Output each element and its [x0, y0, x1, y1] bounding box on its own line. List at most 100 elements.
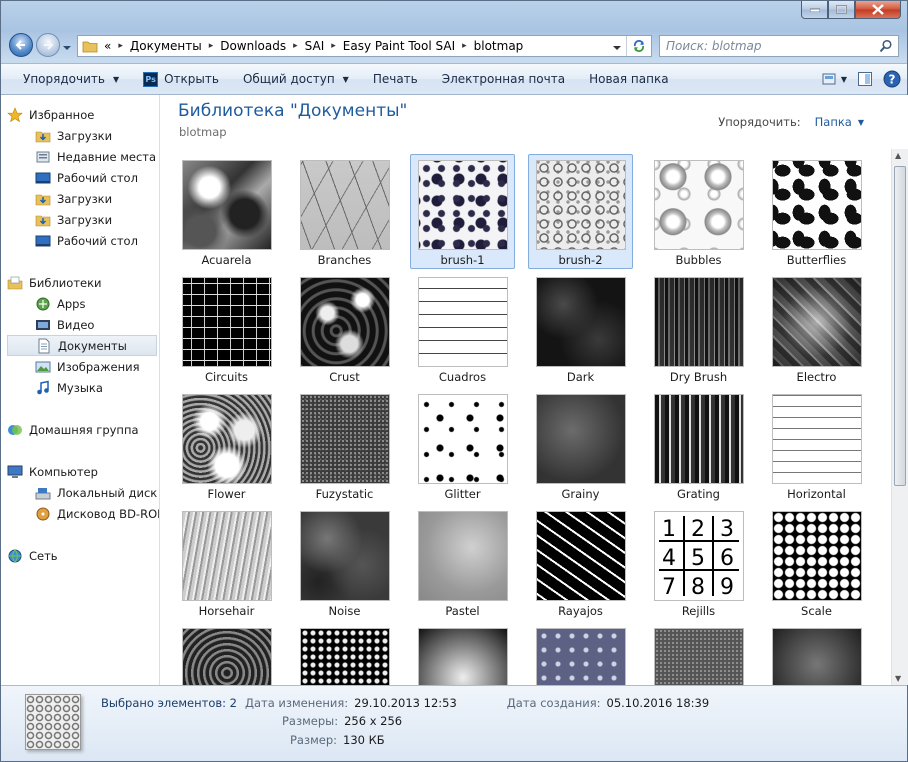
file-name: Rayajos — [558, 604, 603, 618]
nav-favorites[interactable]: Избранное — [7, 104, 157, 125]
file-tile[interactable] — [528, 622, 633, 685]
file-tile[interactable] — [410, 622, 515, 685]
file-tile[interactable]: Flower — [174, 388, 279, 503]
file-tile[interactable]: Pastel — [410, 505, 515, 620]
file-tile[interactable]: Fuzystatic — [292, 388, 397, 503]
breadcrumb-separator[interactable]: ▸ — [293, 41, 298, 51]
file-tile[interactable]: Glitter — [410, 388, 515, 503]
file-tile[interactable]: Horizontal — [764, 388, 869, 503]
arrange-dropdown[interactable]: Папка — [815, 115, 852, 129]
file-tile[interactable]: Electro — [764, 271, 869, 386]
breadcrumb-overflow[interactable]: « — [104, 39, 111, 53]
nav-item-local-disk[interactable]: Локальный диск (C — [35, 482, 159, 503]
file-tile[interactable]: brush-1 — [410, 154, 515, 269]
nav-item-apps[interactable]: Apps — [35, 293, 159, 314]
breadcrumb-item[interactable]: Easy Paint Tool SAI — [343, 39, 455, 53]
breadcrumb-separator[interactable]: ▸ — [462, 41, 467, 51]
file-tile[interactable]: Bubbles — [646, 154, 751, 269]
nav-homegroup[interactable]: Домашняя группа — [7, 419, 157, 440]
selection-count-row: Выбрано элементов: 2 Дата изменения: 29.… — [101, 696, 709, 710]
nav-computer[interactable]: Компьютер — [7, 461, 157, 482]
nav-item-documents[interactable]: Документы — [7, 335, 157, 356]
address-history-dropdown[interactable] — [613, 41, 621, 54]
file-tile[interactable]: Circuits — [174, 271, 279, 386]
change-view-button[interactable]: ▼ — [822, 72, 847, 86]
file-thumbnail — [418, 277, 508, 367]
help-icon: ? — [883, 70, 901, 88]
file-tile[interactable]: Grating — [646, 388, 751, 503]
file-tile[interactable]: Crust — [292, 271, 397, 386]
rejills-digit: 6 — [720, 546, 734, 571]
breadcrumb-item[interactable]: Документы — [130, 39, 202, 53]
recent-pages-dropdown[interactable] — [63, 41, 71, 54]
refresh-button[interactable] — [626, 36, 651, 56]
file-tile[interactable]: Grainy — [528, 388, 633, 503]
help-button[interactable]: ? — [883, 70, 901, 88]
print-button[interactable]: Печать — [361, 64, 430, 94]
nav-item-recent-places[interactable]: Недавние места — [35, 146, 159, 167]
file-tile[interactable]: Acuarela — [174, 154, 279, 269]
nav-item-video[interactable]: Видео — [35, 314, 159, 335]
preview-pane-button[interactable] — [857, 71, 873, 87]
file-tile[interactable]: Horsehair — [174, 505, 279, 620]
breadcrumb-separator[interactable]: ▸ — [118, 41, 123, 51]
file-tile[interactable] — [764, 622, 869, 685]
breadcrumb-separator[interactable]: ▸ — [209, 41, 214, 51]
created-value: 05.10.2016 18:39 — [606, 696, 710, 710]
file-name: Noise — [328, 604, 361, 618]
breadcrumb-item[interactable]: SAI — [305, 39, 325, 53]
scroll-up-icon[interactable]: ▲ — [895, 151, 901, 160]
vertical-scrollbar[interactable]: ▲ ▼ — [891, 149, 908, 685]
search-input[interactable]: Поиск: blotmap — [659, 35, 899, 57]
nav-item-music[interactable]: Музыка — [35, 377, 159, 398]
scrollbar-thumb[interactable] — [894, 166, 906, 486]
file-tile[interactable]: Dry Brush — [646, 271, 751, 386]
back-button[interactable] — [9, 33, 33, 57]
size-value: 130 КБ — [343, 733, 385, 747]
chevron-down-icon[interactable]: ▼ — [858, 118, 864, 127]
nav-item-bd-rom[interactable]: Дисковод BD-ROM — [35, 503, 159, 524]
file-name: Grating — [677, 487, 720, 501]
nav-item-desktop-2[interactable]: Рабочий стол — [35, 230, 159, 251]
file-thumbnail — [182, 277, 272, 367]
file-tile[interactable]: Dark — [528, 271, 633, 386]
nav-item-downloads-2[interactable]: Загрузки — [35, 188, 159, 209]
chevron-down-icon — [613, 46, 621, 50]
open-button[interactable]: Ps Открыть — [131, 64, 231, 94]
navigation-pane: Избранное Загрузки Недавние места Рабочи… — [1, 95, 160, 685]
file-thumbnail — [772, 277, 862, 367]
organize-button[interactable]: Упорядочить ▼ — [1, 64, 131, 94]
maximize-button[interactable] — [828, 1, 855, 19]
nav-item-downloads-3[interactable]: Загрузки — [35, 209, 159, 230]
close-button[interactable] — [855, 1, 901, 19]
file-tile[interactable]: brush-2 — [528, 154, 633, 269]
file-thumbnail — [654, 160, 744, 250]
minimize-button[interactable] — [801, 1, 828, 19]
file-tile[interactable]: Noise — [292, 505, 397, 620]
file-tile[interactable]: Rayajos — [528, 505, 633, 620]
file-tile[interactable] — [174, 622, 279, 685]
file-tile[interactable]: 1 2 3 4 5 6 7 8 9 Rejills — [646, 505, 751, 620]
file-tile[interactable]: Branches — [292, 154, 397, 269]
new-folder-button[interactable]: Новая папка — [577, 64, 680, 94]
file-tile[interactable]: Scale — [764, 505, 869, 620]
nav-libraries[interactable]: Библиотеки — [7, 272, 157, 293]
scroll-down-icon[interactable]: ▼ — [895, 674, 901, 683]
email-button[interactable]: Электронная почта — [430, 64, 577, 94]
apps-library-icon — [35, 296, 51, 312]
breadcrumb-item[interactable]: blotmap — [474, 39, 524, 53]
nav-item-desktop[interactable]: Рабочий стол — [35, 167, 159, 188]
file-tile[interactable] — [292, 622, 397, 685]
forward-button[interactable] — [36, 33, 60, 57]
address-bar[interactable]: « ▸ Документы ▸ Downloads ▸ SAI ▸ Easy P… — [77, 35, 652, 57]
nav-item-pictures[interactable]: Изображения — [35, 356, 159, 377]
share-button[interactable]: Общий доступ ▼ — [231, 64, 361, 94]
file-tile[interactable] — [646, 622, 751, 685]
breadcrumb-separator[interactable]: ▸ — [331, 41, 336, 51]
file-tile[interactable]: Cuadros — [410, 271, 515, 386]
file-tile[interactable]: Butterflies — [764, 154, 869, 269]
nav-network[interactable]: Сеть — [7, 545, 157, 566]
nav-item-downloads[interactable]: Загрузки — [35, 125, 159, 146]
search-icon[interactable] — [879, 39, 893, 53]
breadcrumb-item[interactable]: Downloads — [220, 39, 286, 53]
